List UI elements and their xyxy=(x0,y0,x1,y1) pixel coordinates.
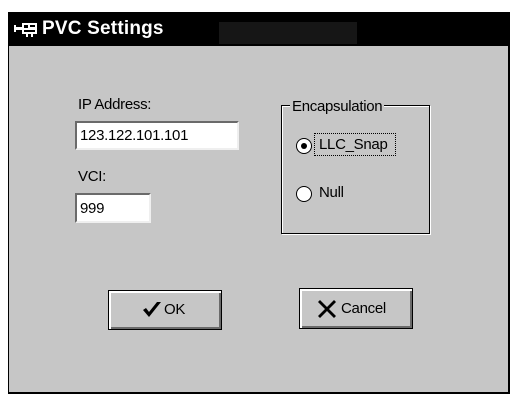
radio-label-null[interactable]: Null xyxy=(319,184,344,202)
vci-label: VCI: xyxy=(78,168,106,185)
ip-address-label: IP Address: xyxy=(78,96,152,113)
title-bar-shade xyxy=(219,22,357,44)
cross-icon xyxy=(317,299,337,324)
radio-selected-dot xyxy=(301,143,307,149)
ok-button[interactable]: OK xyxy=(108,290,222,330)
radio-label-llc-snap[interactable]: LLC_Snap xyxy=(319,136,388,154)
ok-button-label: OK xyxy=(164,301,186,318)
window-title: PVC Settings xyxy=(42,18,164,39)
vci-input[interactable] xyxy=(75,193,151,223)
network-card-icon xyxy=(13,18,39,40)
ip-address-input[interactable] xyxy=(75,121,239,150)
cancel-button[interactable]: Cancel xyxy=(299,288,413,329)
radio-button-selected[interactable] xyxy=(296,138,312,154)
pvc-settings-dialog: PVC Settings IP Address: VCI: Encapsulat… xyxy=(8,12,510,394)
cancel-button-label: Cancel xyxy=(341,300,386,317)
radio-button-unselected[interactable] xyxy=(296,186,312,202)
encapsulation-groupbox xyxy=(281,105,430,234)
title-bar[interactable]: PVC Settings xyxy=(9,12,510,46)
encapsulation-legend: Encapsulation xyxy=(290,98,385,115)
checkmark-icon xyxy=(142,301,162,324)
